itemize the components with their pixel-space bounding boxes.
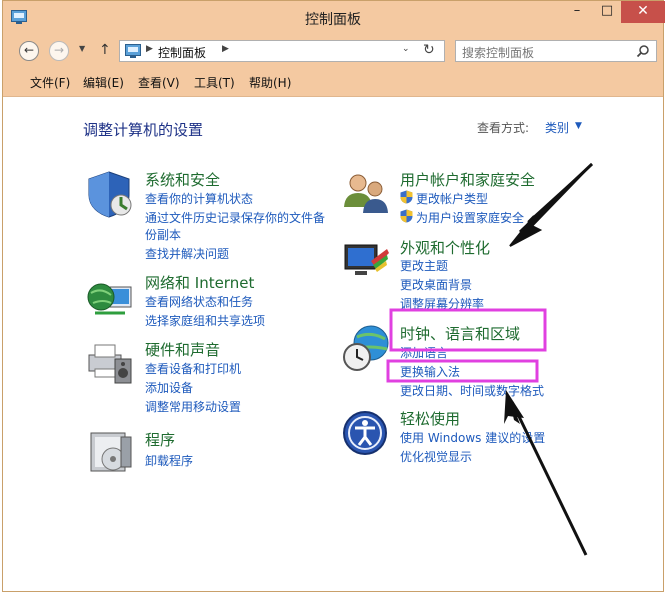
menu-help[interactable]: 帮助(H) — [249, 74, 291, 91]
link-network-status[interactable]: 查看网络状态和任务 — [145, 293, 253, 310]
close-button[interactable]: ✕ — [621, 1, 665, 23]
title-bar: 控制面板 – □ ✕ — [3, 1, 665, 34]
appearance-monitor-icon[interactable] — [341, 237, 391, 287]
recent-locations-dropdown[interactable]: ▼ — [79, 44, 85, 53]
category-system-security[interactable]: 系统和安全 — [145, 169, 220, 190]
page-heading: 调整计算机的设置 — [83, 121, 204, 139]
link-devices-printers[interactable]: 查看设备和打印机 — [145, 360, 241, 377]
chevron-down-icon[interactable]: ⌄ — [402, 44, 410, 54]
category-ease-of-access[interactable]: 轻松使用 — [400, 408, 460, 429]
forward-button[interactable]: → — [49, 41, 69, 61]
control-panel-window: 控制面板 – □ ✕ ← → ▼ ↑ ▶ 控制面板 ▶ ⌄ ↻ 搜索控制面板 文… — [2, 0, 665, 592]
search-icon[interactable] — [636, 44, 650, 58]
link-change-theme[interactable]: 更改主题 — [400, 257, 448, 274]
link-homegroup[interactable]: 选择家庭组和共享选项 — [145, 312, 265, 329]
maximize-button[interactable]: □ — [593, 1, 621, 23]
link-uninstall-program[interactable]: 卸载程序 — [145, 452, 193, 469]
search-input[interactable]: 搜索控制面板 — [455, 40, 657, 62]
refresh-icon[interactable]: ↻ — [423, 42, 435, 58]
navigation-bar: ← → ▼ ↑ ▶ 控制面板 ▶ ⌄ ↻ 搜索控制面板 — [3, 34, 663, 68]
link-troubleshoot[interactable]: 查找并解决问题 — [145, 245, 229, 262]
chevron-down-icon[interactable]: ▼ — [575, 121, 582, 131]
category-user-accounts[interactable]: 用户帐户和家庭安全 — [400, 169, 535, 190]
search-placeholder: 搜索控制面板 — [462, 46, 535, 60]
menu-bar: 文件(F) 编辑(E) 查看(V) 工具(T) 帮助(H) — [3, 68, 663, 97]
user-accounts-icon[interactable] — [341, 169, 391, 219]
menu-tools[interactable]: 工具(T) — [194, 74, 235, 91]
main-content: 调整计算机的设置 查看方式: 类别 ▼ 系统和安全 查看你的计算机状态 通过文件… — [3, 97, 663, 591]
link-optimize-visual-display[interactable]: 优化视觉显示 — [400, 448, 472, 465]
link-file-history-cont[interactable]: 份副本 — [145, 226, 181, 243]
back-button[interactable]: ← — [19, 41, 39, 61]
ease-of-access-icon[interactable] — [341, 409, 391, 459]
uac-shield-icon — [400, 209, 413, 223]
minimize-button[interactable]: – — [563, 1, 591, 23]
link-change-account-type[interactable]: 更改帐户类型 — [416, 190, 488, 207]
view-by-select[interactable]: 类别 — [545, 119, 569, 136]
link-windows-recommended-settings[interactable]: 使用 Windows 建议的设置 — [400, 429, 545, 446]
link-file-history[interactable]: 通过文件历史记录保存你的文件备 — [145, 209, 325, 226]
category-hardware-sound[interactable]: 硬件和声音 — [145, 339, 220, 360]
menu-file[interactable]: 文件(F) — [30, 74, 70, 91]
category-programs[interactable]: 程序 — [145, 429, 175, 450]
up-button[interactable]: ↑ — [99, 42, 111, 58]
link-mobility-settings[interactable]: 调整常用移动设置 — [145, 398, 241, 415]
uac-shield-icon — [400, 190, 413, 204]
chevron-right-icon[interactable]: ▶ — [146, 44, 153, 54]
clock-globe-icon[interactable] — [341, 323, 391, 373]
menu-edit[interactable]: 编辑(E) — [83, 74, 124, 91]
breadcrumb-control-panel[interactable]: 控制面板 — [158, 44, 206, 61]
link-change-input-method[interactable]: 更换输入法 — [400, 363, 460, 380]
printer-speaker-icon[interactable] — [85, 337, 135, 387]
link-add-device[interactable]: 添加设备 — [145, 379, 193, 396]
category-appearance[interactable]: 外观和个性化 — [400, 237, 490, 258]
category-network-internet[interactable]: 网络和 Internet — [145, 272, 254, 293]
category-clock-language-region[interactable]: 时钟、语言和区域 — [400, 323, 520, 344]
chevron-right-icon[interactable]: ▶ — [222, 44, 229, 54]
link-add-language[interactable]: 添加语言 — [400, 344, 448, 361]
system-security-shield-icon[interactable] — [85, 169, 135, 219]
view-by-label: 查看方式: — [477, 121, 530, 135]
network-globe-icon[interactable] — [85, 273, 135, 323]
link-screen-resolution[interactable]: 调整屏幕分辨率 — [400, 295, 484, 312]
menu-view[interactable]: 查看(V) — [138, 74, 180, 91]
link-change-wallpaper[interactable]: 更改桌面背景 — [400, 276, 472, 293]
control-panel-icon — [125, 44, 141, 58]
address-bar[interactable]: ▶ 控制面板 ▶ ⌄ ↻ — [119, 40, 445, 62]
link-family-safety[interactable]: 为用户设置家庭安全 — [416, 209, 524, 226]
link-view-computer-status[interactable]: 查看你的计算机状态 — [145, 190, 253, 207]
programs-disc-icon[interactable] — [87, 427, 137, 477]
link-date-time-format[interactable]: 更改日期、时间或数字格式 — [400, 382, 544, 399]
